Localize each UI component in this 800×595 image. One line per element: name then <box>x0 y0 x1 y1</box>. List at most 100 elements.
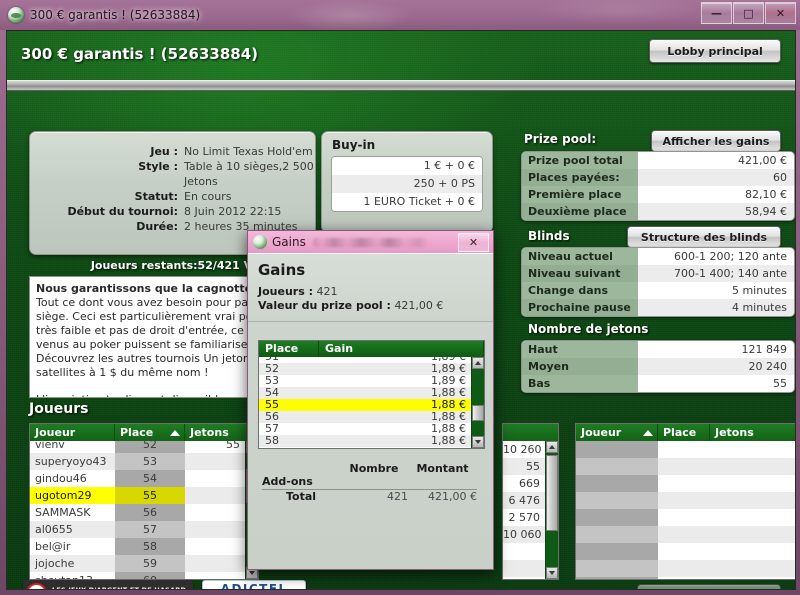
table-row[interactable]: 10 060 <box>503 526 546 543</box>
total-nombre: 421 <box>387 490 408 503</box>
observer-cell <box>576 543 658 560</box>
kv-row: Deuxième place 58,94 € <box>522 203 794 220</box>
chip-counts-table: Haut 121 849 Moyen 20 240 Bas 55 <box>521 340 795 393</box>
table-row[interactable] <box>576 458 795 475</box>
chip-counts-title: Nombre de jetons <box>528 322 649 336</box>
gains-totals: Nombre Montant Add-ons Total 421 421,00 … <box>262 462 477 503</box>
blurred-title-text <box>312 237 428 247</box>
gains-dialog[interactable]: Gains ✕ Gains Joueurs : 421 Valeur du pr… <box>247 230 494 570</box>
table-row[interactable] <box>576 509 795 526</box>
column-header-gain[interactable]: Gain <box>319 341 484 357</box>
kv-value: 600-1 200; 120 ante <box>638 248 794 265</box>
table-row[interactable] <box>576 577 795 579</box>
scrollbar-thumb[interactable] <box>472 405 484 421</box>
column-header-place[interactable]: Place <box>115 424 185 441</box>
scroll-down-icon[interactable] <box>472 436 484 448</box>
table-row[interactable]: 6 476 <box>503 492 546 509</box>
kv-row: Niveau actuel 600-1 200; 120 ante <box>522 248 794 265</box>
table-row[interactable] <box>576 475 795 492</box>
observer-cell <box>658 526 710 543</box>
observer-cell <box>576 492 658 509</box>
player-place: 58 <box>115 538 185 555</box>
table-row[interactable]: SAMMASK 56 <box>30 504 246 521</box>
close-button[interactable]: ✕ <box>765 2 796 24</box>
kv-key: Moyen <box>522 358 638 375</box>
os-titlebar[interactable]: 300 € garantis ! (52633884) — □ ✕ <box>0 0 800 30</box>
kv-key: Prize pool total <box>522 152 638 169</box>
scroll-up-icon[interactable] <box>546 441 558 453</box>
kv-row: Prize pool total 421,00 € <box>522 152 794 169</box>
maximize-button[interactable]: □ <box>733 2 764 24</box>
sort-ascending-icon <box>170 429 180 436</box>
player-name: jojoche <box>30 555 115 572</box>
addons-montant <box>408 475 477 488</box>
column-header-place[interactable]: Place <box>259 341 319 357</box>
adictel-name: ADICTEL <box>220 582 288 590</box>
observer-cell <box>658 492 710 509</box>
gains-heading: Gains <box>258 261 306 279</box>
table-row[interactable]: al0655 57 <box>30 521 246 538</box>
observer-cell <box>710 458 795 475</box>
table-row[interactable]: 2 570 <box>503 509 546 526</box>
chips-table-scrollbar[interactable] <box>545 441 558 579</box>
table-row[interactable]: gindou46 54 <box>30 470 246 487</box>
adictel-logo[interactable]: ADICTEL PREVENTION ADDICTION <box>202 580 307 590</box>
gains-prizepool-label: Valeur du prize pool : <box>258 299 391 312</box>
info-label: Début du tournoi: <box>67 205 178 218</box>
info-value: Table à 10 sièges,2 500 Jetons <box>184 160 314 188</box>
players-table[interactable]: Joueur Place Jetons vienv 52 55 superyoyo43… <box>29 423 259 580</box>
chips-column-table[interactable]: 10 260 55 669 6 476 2 570 10 060 <box>502 423 559 580</box>
prize-pool-title: Prize pool: <box>524 132 597 146</box>
kv-value: 4 minutes <box>638 299 794 316</box>
player-place: 60 <box>115 572 185 579</box>
minimize-button[interactable]: — <box>701 2 732 24</box>
buyin-row: 1 EURO Ticket + 0 € <box>332 193 482 211</box>
table-row[interactable]: sheytan1360 <box>30 572 246 579</box>
gains-table-scrollbar[interactable] <box>471 357 484 448</box>
table-row[interactable]: 55 <box>503 458 546 475</box>
buyin-list: 1 € + 0 € 250 + 0 PS 1 EURO Ticket + 0 € <box>331 156 483 212</box>
table-row[interactable] <box>576 441 795 458</box>
page-title: 300 € garantis ! (52633884) <box>21 45 258 63</box>
column-header-joueur[interactable]: Joueur <box>30 424 115 441</box>
table-row[interactable]: jojoche 59 <box>30 555 246 572</box>
column-header-place[interactable]: Place <box>658 424 710 441</box>
afficher-les-gains-button[interactable]: Afficher les gains <box>651 130 781 152</box>
table-row[interactable] <box>576 492 795 509</box>
chips-value: 6 476 <box>503 492 546 509</box>
kv-value: 5 minutes <box>638 282 794 299</box>
table-row[interactable]: vienv 52 55 <box>30 441 246 453</box>
table-row[interactable]: superyoyo43 53 <box>30 453 246 470</box>
table-row[interactable] <box>503 560 546 577</box>
table-row[interactable] <box>576 526 795 543</box>
table-row[interactable]: ugotom29 55 <box>30 487 246 504</box>
kv-key: Haut <box>522 341 638 358</box>
table-row[interactable]: 669 <box>503 475 546 492</box>
kv-key: Niveau actuel <box>522 248 638 265</box>
table-row[interactable] <box>503 543 546 560</box>
total-label: Total <box>285 490 317 503</box>
scroll-down-icon[interactable] <box>546 567 558 579</box>
observe-table-button[interactable]: Observer une table <box>637 584 781 589</box>
gains-dialog-close-button[interactable]: ✕ <box>458 233 489 252</box>
table-row[interactable]: bel@ir 58 <box>30 538 246 555</box>
table-row[interactable] <box>503 577 546 579</box>
chips-column-header <box>503 424 558 441</box>
scrollbar-thumb[interactable] <box>546 455 558 531</box>
table-row[interactable] <box>576 560 795 577</box>
lobby-principal-button[interactable]: Lobby principal <box>649 39 781 63</box>
table-row[interactable] <box>576 543 795 560</box>
chips-value <box>503 560 546 577</box>
table-row[interactable]: 10 260 <box>503 441 546 458</box>
table-row[interactable]: 591,88 € <box>259 447 472 448</box>
gains-payout-table[interactable]: Place Gain 511,89 €521,89 €531,89 €541,8… <box>258 340 485 449</box>
observer-players-table[interactable]: Joueur Place Jetons <box>575 423 795 580</box>
gains-dialog-titlebar[interactable]: Gains ✕ <box>248 231 493 254</box>
column-header-joueur[interactable]: Joueur <box>576 424 658 441</box>
column-header-jetons[interactable]: Jetons <box>710 424 795 441</box>
observer-cell <box>710 509 795 526</box>
observer-table-rows <box>576 441 795 579</box>
structure-des-blinds-button[interactable]: Structure des blinds <box>627 226 781 248</box>
scroll-up-icon[interactable] <box>472 357 484 369</box>
info-row: Jeu : No Limit Texas Hold'em <box>30 144 315 159</box>
